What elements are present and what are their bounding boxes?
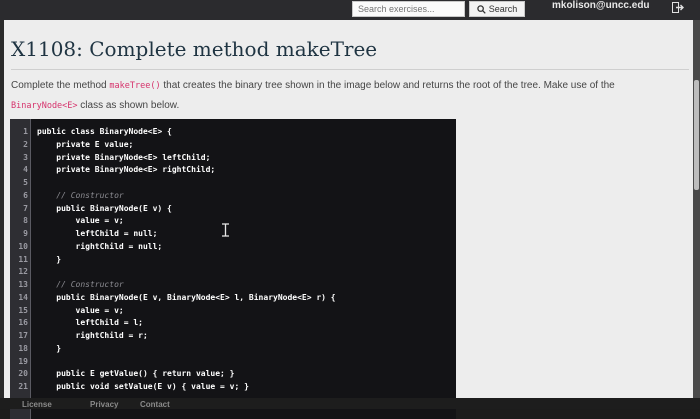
line-number: 6: [23, 190, 28, 200]
line-number: 13: [18, 280, 28, 289]
line-number: 8: [23, 216, 28, 226]
code-text: public BinaryNode(E v, BinaryNode<E> l, …: [37, 292, 336, 302]
line-number: 9: [23, 229, 28, 238]
code-text: leftChild = l;: [37, 318, 143, 328]
code-text: public BinaryNode(E v) {: [37, 203, 172, 213]
line-number: 3: [23, 152, 28, 162]
code-text: private BinaryNode<E> leftChild;: [37, 152, 211, 162]
code-text: }: [37, 254, 62, 264]
scrollbar-thumb[interactable]: [694, 80, 699, 190]
search-input[interactable]: [352, 1, 465, 17]
line-number: 10: [18, 241, 28, 251]
search-icon: [477, 4, 486, 14]
top-navigation-bar: Search mkolison@uncc.edu: [0, 0, 700, 20]
line-number: 1: [23, 127, 28, 136]
inline-code-maketree: makeTree(): [109, 81, 161, 91]
line-number: 7: [23, 203, 28, 213]
line-number: 2: [23, 139, 28, 149]
line-number: 14: [18, 292, 28, 302]
page-title: X1108: Complete method makeTree: [11, 37, 378, 61]
code-text: private BinaryNode<E> rightChild;: [37, 165, 216, 175]
logout-icon[interactable]: [672, 2, 685, 13]
code-text: // Constructor: [37, 190, 124, 200]
code-text: rightChild = r;: [37, 331, 148, 340]
line-number: 18: [18, 343, 28, 353]
inline-code-binarynode: BinaryNode<E>: [11, 101, 78, 111]
code-text: value = v;: [37, 216, 124, 226]
code-text: public E getValue() { return value; }: [37, 369, 235, 379]
code-block[interactable]: 1 public class BinaryNode<E> { 2 private E…: [10, 119, 456, 419]
line-number: 17: [18, 331, 28, 340]
search-button-label: Search: [488, 4, 518, 14]
desc-text-1: Complete the method: [11, 80, 110, 91]
footer-contact-link[interactable]: Contact: [140, 400, 170, 409]
title-divider: [11, 69, 689, 70]
footer-privacy-link[interactable]: Privacy: [90, 400, 118, 409]
line-number: 16: [18, 318, 28, 328]
user-email[interactable]: mkolison@uncc.edu: [552, 0, 650, 11]
line-number: 5: [23, 178, 28, 187]
code-text: }: [37, 343, 62, 353]
search-button[interactable]: Search: [469, 1, 525, 17]
desc-text-3: class as shown below.: [77, 100, 180, 111]
code-text: value = v;: [37, 305, 124, 315]
line-number: 21: [18, 382, 28, 391]
code-text: // Constructor: [37, 280, 124, 289]
code-text: public void setValue(E v) { value = v; }: [37, 382, 249, 391]
left-edge: [0, 20, 4, 409]
code-text: leftChild = null;: [37, 229, 158, 238]
footer-license-link[interactable]: License: [22, 400, 52, 409]
desc-text-2: that creates the binary tree shown in th…: [160, 80, 615, 91]
line-number: 15: [18, 305, 28, 315]
scrollbar-track[interactable]: [693, 20, 700, 409]
line-number: 20: [18, 369, 28, 379]
line-number: 19: [18, 356, 28, 366]
code-text: private E value;: [37, 139, 134, 149]
exercise-page: X1108: Complete method makeTree Complete…: [0, 20, 700, 419]
code-text: rightChild = null;: [37, 241, 163, 251]
line-number: 11: [18, 254, 28, 264]
line-number: 12: [18, 267, 28, 277]
code-text: public class BinaryNode<E> {: [37, 127, 172, 136]
text-cursor-icon: [222, 223, 229, 237]
line-number: 4: [23, 165, 28, 175]
exercise-description: Complete the method makeTree() that crea…: [11, 76, 683, 116]
